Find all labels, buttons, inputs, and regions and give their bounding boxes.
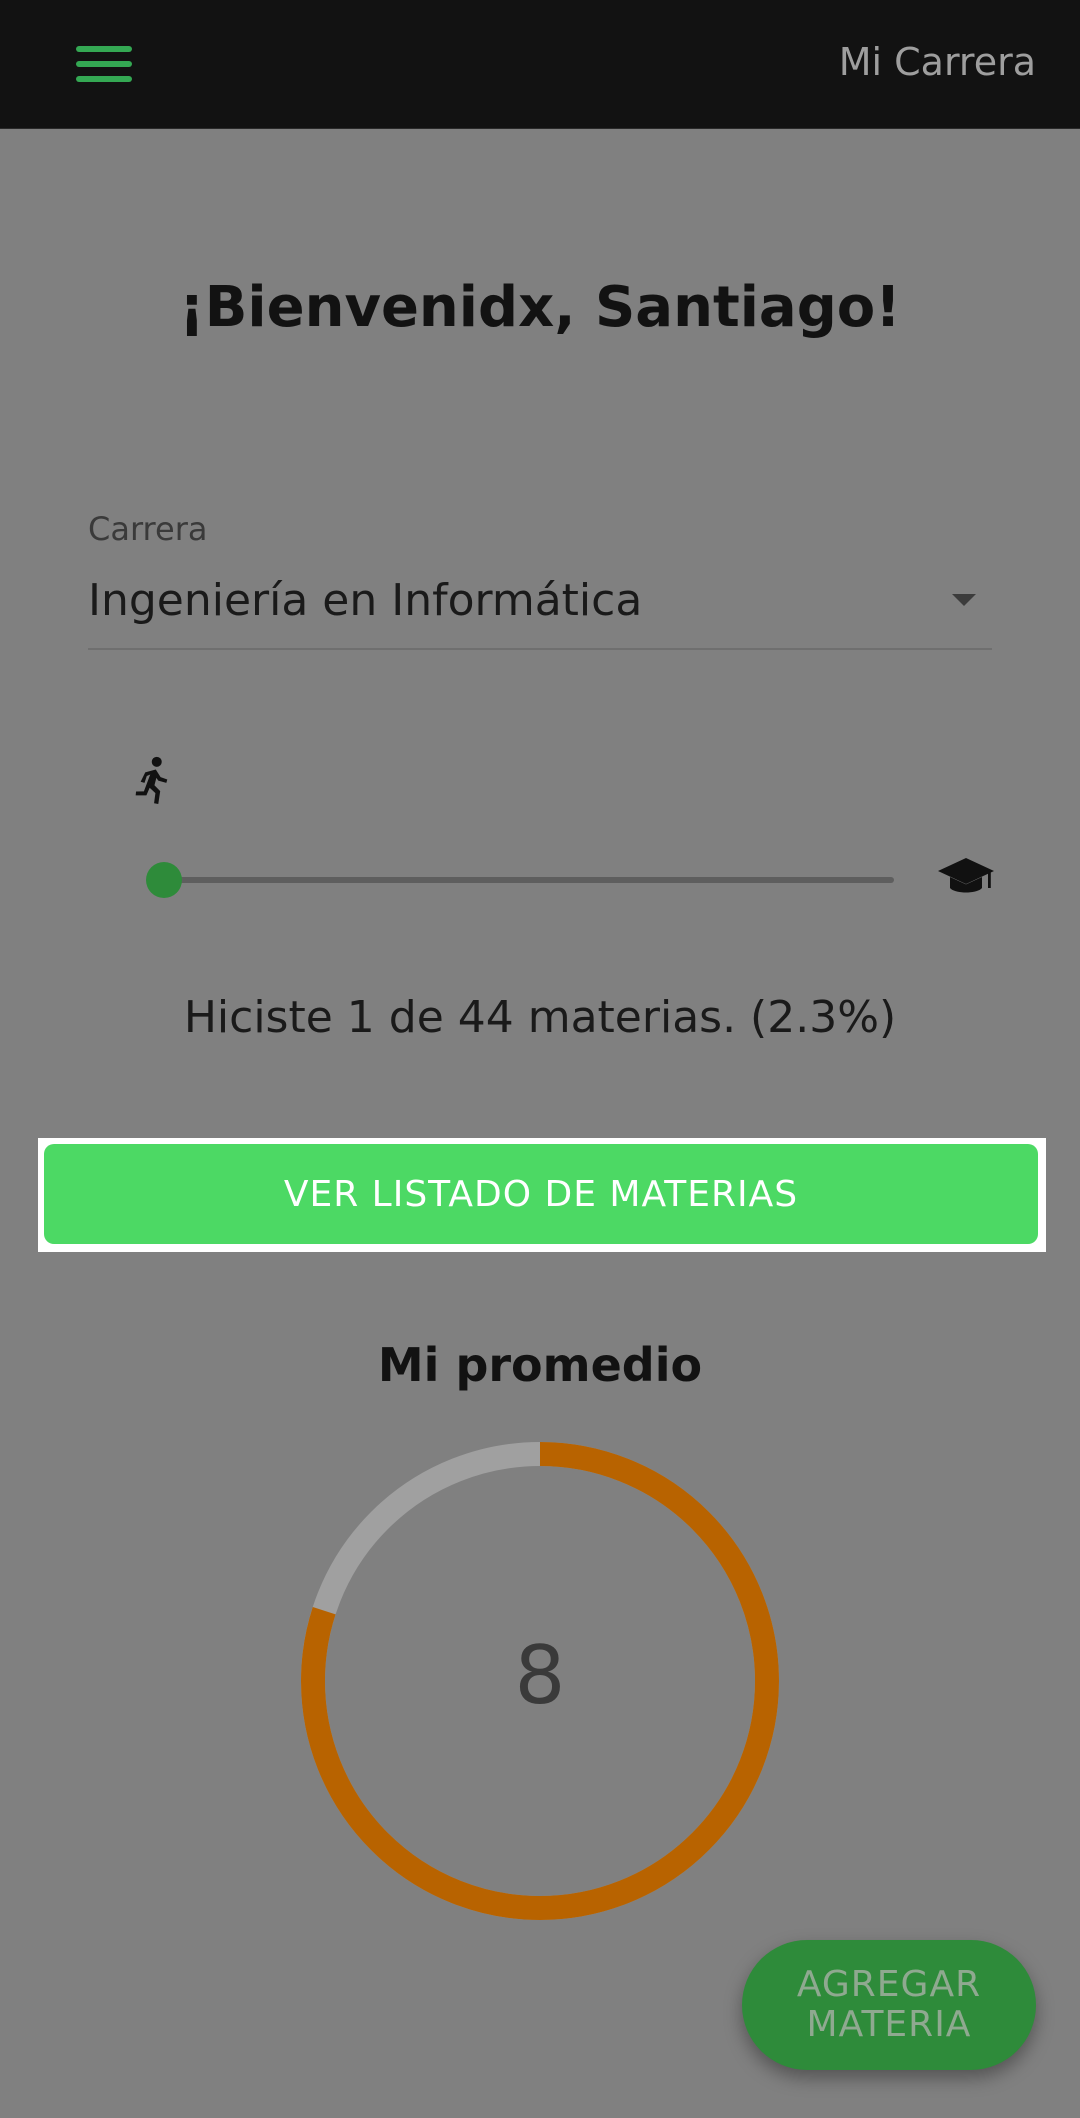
welcome-heading: ¡Bienvenidx, Santiago! bbox=[179, 275, 901, 340]
graduation-cap-icon bbox=[938, 858, 994, 893]
fab-label-line2: MATERIA bbox=[806, 2004, 972, 2045]
hamburger-menu-icon[interactable] bbox=[62, 34, 146, 94]
promedio-title: Mi promedio bbox=[377, 1338, 703, 1392]
running-person-icon bbox=[135, 756, 168, 804]
carrera-select[interactable]: Ingeniería en Informática bbox=[88, 564, 992, 650]
app-bar: Mi Carrera bbox=[0, 0, 1080, 129]
carrera-select-value: Ingeniería en Informática bbox=[88, 575, 643, 626]
app-title: Mi Carrera bbox=[838, 40, 1036, 84]
progress-slider[interactable] bbox=[146, 862, 894, 898]
promedio-value: 8 bbox=[514, 1629, 566, 1722]
carrera-label: Carrera bbox=[88, 510, 208, 548]
fab-label-line1: AGREGAR bbox=[796, 1964, 982, 2005]
progress-text: Hiciste 1 de 44 materias. (2.3%) bbox=[183, 992, 897, 1043]
caret-down-icon bbox=[952, 594, 976, 606]
menu-bar-line bbox=[76, 46, 132, 52]
ver-listado-button[interactable]: VER LISTADO DE MATERIAS bbox=[44, 1144, 1038, 1244]
progress-slider-thumb[interactable] bbox=[146, 862, 183, 898]
menu-bar-line bbox=[76, 61, 132, 67]
agregar-materia-button[interactable]: AGREGAR MATERIA bbox=[742, 1940, 1036, 2070]
menu-bar-line bbox=[76, 76, 132, 82]
